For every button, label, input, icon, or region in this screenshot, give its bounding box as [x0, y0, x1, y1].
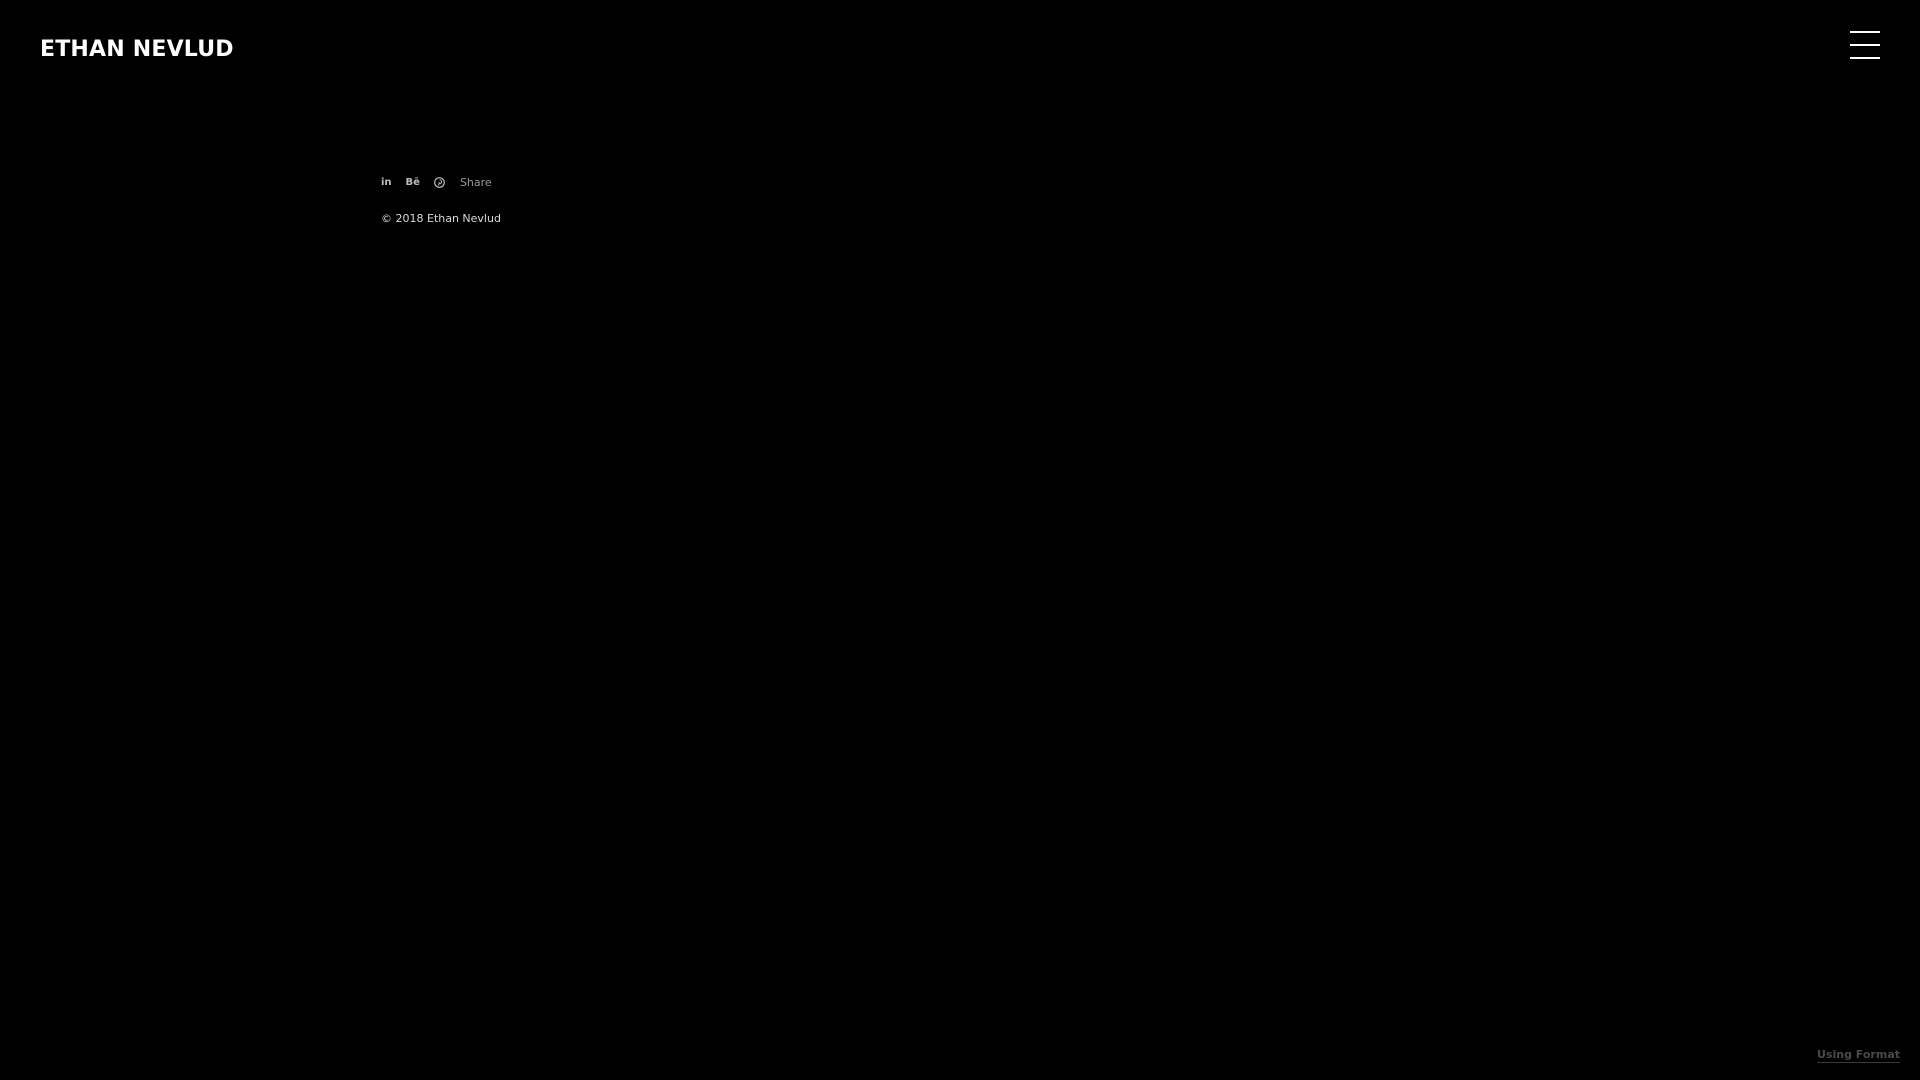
using-format-link[interactable]: Using Format: [1817, 1048, 1900, 1063]
menu-bar: [1850, 44, 1880, 46]
linkedin-icon[interactable]: in: [381, 172, 392, 192]
hamburger-menu-icon[interactable]: [1850, 30, 1880, 60]
footer: in Bē Share © 2018 Ethan Nevlud: [381, 172, 501, 226]
site-title-link[interactable]: ETHAN NEVLUD: [40, 36, 234, 64]
behance-icon[interactable]: Bē: [406, 172, 420, 192]
copyright-text: © 2018 Ethan Nevlud: [381, 212, 501, 225]
share-link[interactable]: Share: [460, 176, 492, 189]
page: ETHAN NEVLUD in Bē Share © 2018 Ethan Ne…: [0, 0, 1920, 1080]
menu-bar: [1850, 57, 1880, 59]
social-links: in Bē Share: [381, 172, 501, 192]
menu-bar: [1850, 31, 1880, 33]
pinterest-glyph: [434, 176, 445, 188]
pinterest-icon[interactable]: [434, 172, 445, 192]
